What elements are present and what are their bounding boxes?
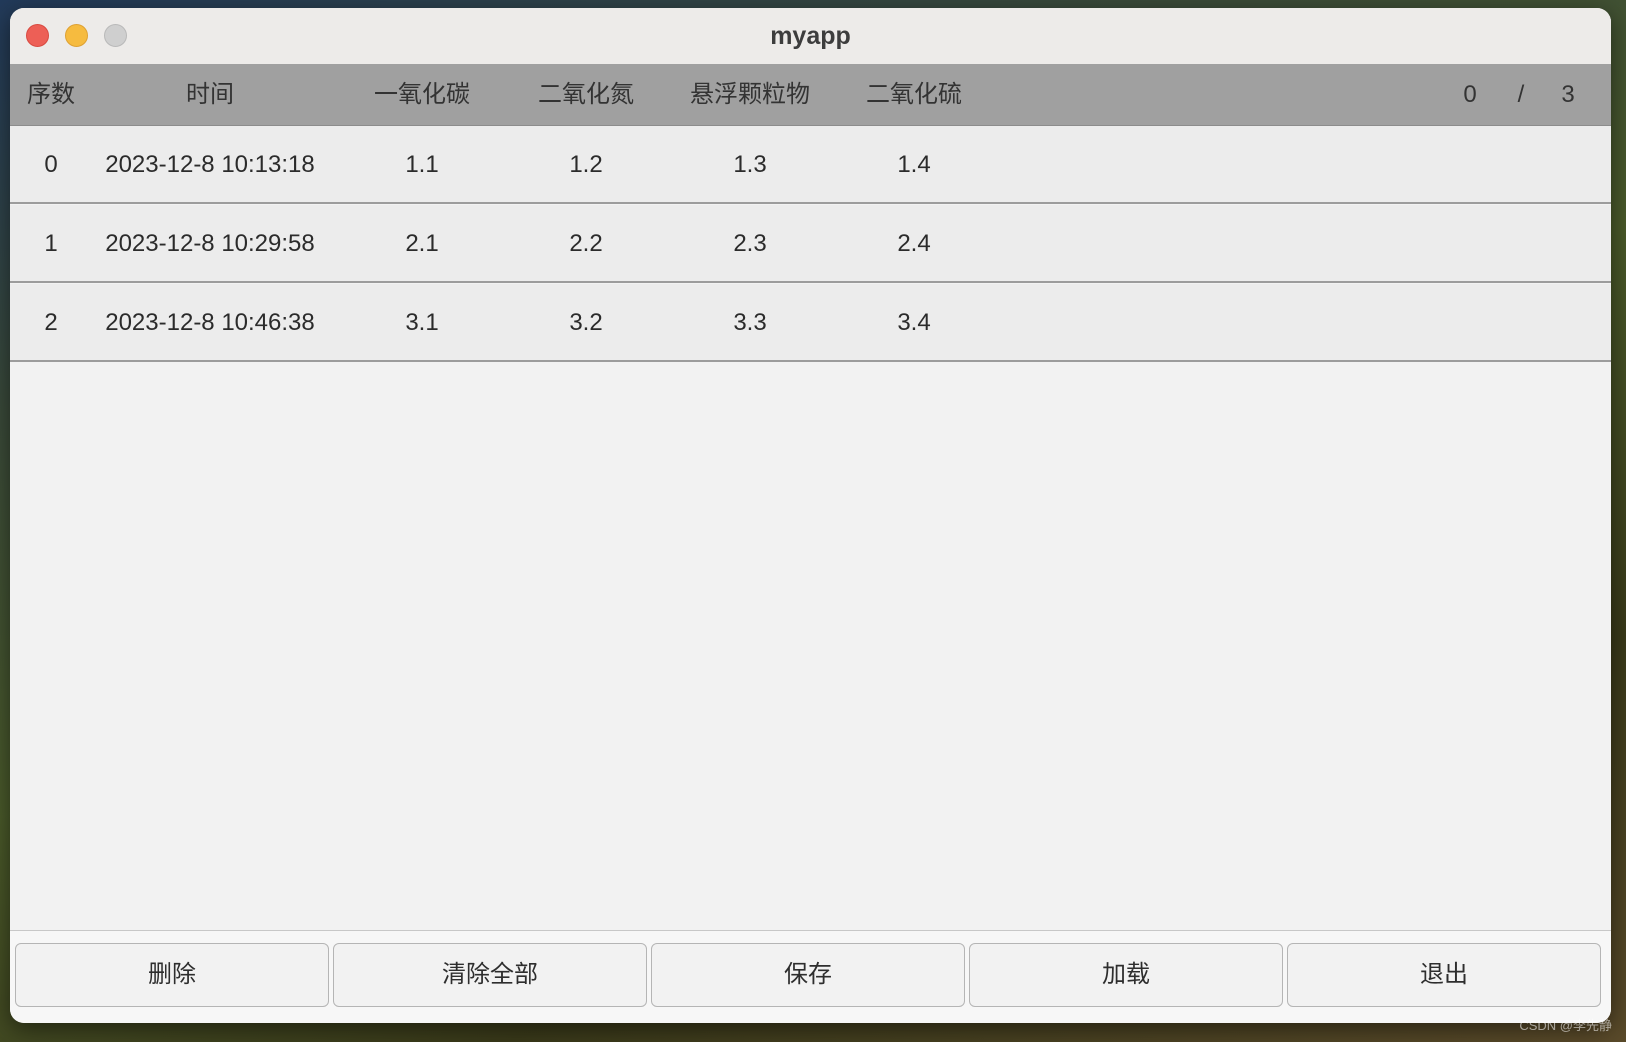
table-row[interactable]: 1 2023-12-8 10:29:58 2.1 2.2 2.3 2.4 [10,205,1611,283]
row-pm: 1.3 [733,151,767,178]
row-so2: 3.4 [897,309,931,336]
row-index: 2 [44,309,58,336]
row-index: 0 [44,151,58,178]
row-pm: 2.3 [733,230,767,257]
table-row[interactable]: 0 2023-12-8 10:13:18 1.1 1.2 1.3 1.4 [10,126,1611,204]
delete-button[interactable]: 删除 [15,943,329,1007]
table-empty-area [10,363,1611,931]
button-bar: 删除 清除全部 保存 加载 退出 [10,931,1611,1023]
page-separator: / [1517,81,1525,108]
load-button[interactable]: 加载 [969,943,1283,1007]
app-window: myapp 序数 时间 一氧化碳 二氧化氮 悬浮颗粒物 二氧化硫 0 / 3 0… [10,8,1611,1023]
exit-button[interactable]: 退出 [1287,943,1601,1007]
title-bar[interactable]: myapp [10,8,1611,65]
row-co: 1.1 [405,151,439,178]
page-current: 0 [1463,81,1477,108]
watermark: CSDN @李先静 [1519,1018,1612,1033]
row-index: 1 [44,230,58,257]
window-title: myapp [770,22,851,50]
page-total: 3 [1561,81,1575,108]
row-time: 2023-12-8 10:13:18 [105,151,315,178]
row-so2: 2.4 [897,230,931,257]
column-header-no2: 二氧化氮 [538,81,634,108]
row-no2: 2.2 [569,230,603,257]
row-so2: 1.4 [897,151,931,178]
save-button[interactable]: 保存 [651,943,965,1007]
table-header: 序数 时间 一氧化碳 二氧化氮 悬浮颗粒物 二氧化硫 0 / 3 [10,64,1611,126]
column-header-index: 序数 [27,81,75,108]
row-time: 2023-12-8 10:29:58 [105,230,315,257]
column-header-co: 一氧化碳 [374,81,470,108]
row-pm: 3.3 [733,309,767,336]
row-no2: 1.2 [569,151,603,178]
row-co: 3.1 [405,309,439,336]
clear-all-button[interactable]: 清除全部 [333,943,647,1007]
row-no2: 3.2 [569,309,603,336]
table-row[interactable]: 2 2023-12-8 10:46:38 3.1 3.2 3.3 3.4 [10,284,1611,362]
row-co: 2.1 [405,230,439,257]
column-header-so2: 二氧化硫 [866,81,962,108]
column-header-time: 时间 [186,81,234,108]
column-header-pm: 悬浮颗粒物 [690,81,810,108]
row-time: 2023-12-8 10:46:38 [105,309,315,336]
